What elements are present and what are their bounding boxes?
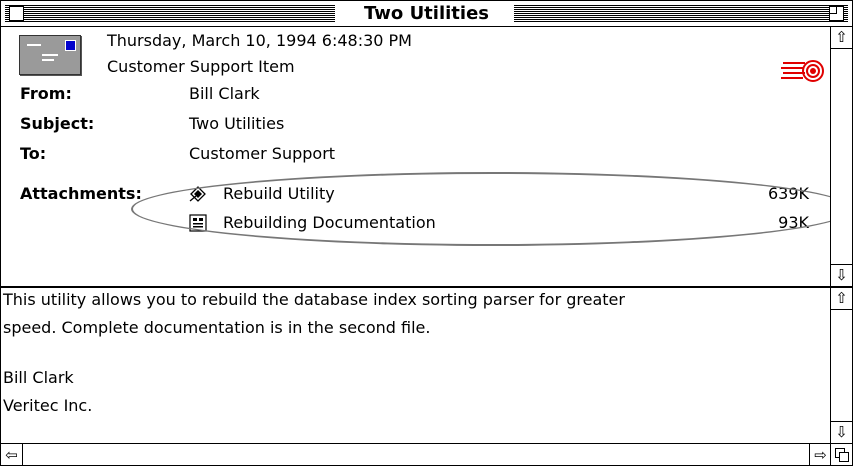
message-header: Thursday, March 10, 1994 6:48:30 PM Cust… [1,27,852,287]
message-date: Thursday, March 10, 1994 6:48:30 PM [107,31,412,50]
scroll-up-arrow-icon[interactable]: ⇧ [831,27,852,49]
scroll-down-arrow-icon[interactable]: ⇩ [831,264,852,286]
body-line: This utility allows you to rebuild the d… [3,290,625,309]
title-stripes-left [5,5,335,22]
to-value: Customer Support [189,144,336,163]
from-value: Bill Clark [189,84,260,103]
attachment-name: Rebuild Utility [223,184,335,203]
attachment-size: 639K [767,184,809,203]
to-label: To: [20,144,47,163]
scroll-up-arrow-icon[interactable]: ⇧ [831,288,852,310]
scroll-right-arrow-icon[interactable]: ⇨ [809,444,831,465]
window-title: Two Utilities [354,3,499,24]
attachment-name: Rebuilding Documentation [223,213,436,232]
body-vertical-scrollbar[interactable]: ⇧ ⇩ [830,288,852,443]
application-icon [189,186,206,202]
envelope-icon [19,35,81,75]
attachment-size: 93K [778,213,809,232]
body-signature-company: Veritec Inc. [3,396,93,415]
scroll-left-arrow-icon[interactable]: ⇦ [1,444,23,465]
title-stripes-right [514,5,848,22]
body-signature-name: Bill Clark [3,368,74,387]
attachment-item[interactable]: Rebuild Utility 639K [189,182,809,208]
document-icon [189,214,207,232]
scroll-down-arrow-icon[interactable]: ⇩ [831,421,852,443]
header-vertical-scrollbar[interactable]: ⇧ ⇩ [830,27,852,286]
attachment-item[interactable]: Rebuilding Documentation 93K [189,211,809,237]
mail-window: Two Utilities Thursday, March 10, 1994 6… [0,0,853,466]
body-line: speed. Complete documentation is in the … [3,318,431,337]
message-category: Customer Support Item [107,57,295,76]
title-bar[interactable]: Two Utilities [1,1,852,27]
grow-box-icon[interactable] [830,443,852,465]
horizontal-scrollbar[interactable]: ⇦ ⇨ [1,443,831,465]
close-box-icon[interactable] [9,6,24,21]
from-label: From: [20,84,72,103]
attachments-label: Attachments: [20,184,142,203]
zoom-box-icon[interactable] [829,6,844,21]
subject-value: Two Utilities [189,114,285,133]
priority-flag-icon [781,60,824,82]
message-body[interactable]: This utility allows you to rebuild the d… [1,288,829,443]
subject-label: Subject: [20,114,95,133]
